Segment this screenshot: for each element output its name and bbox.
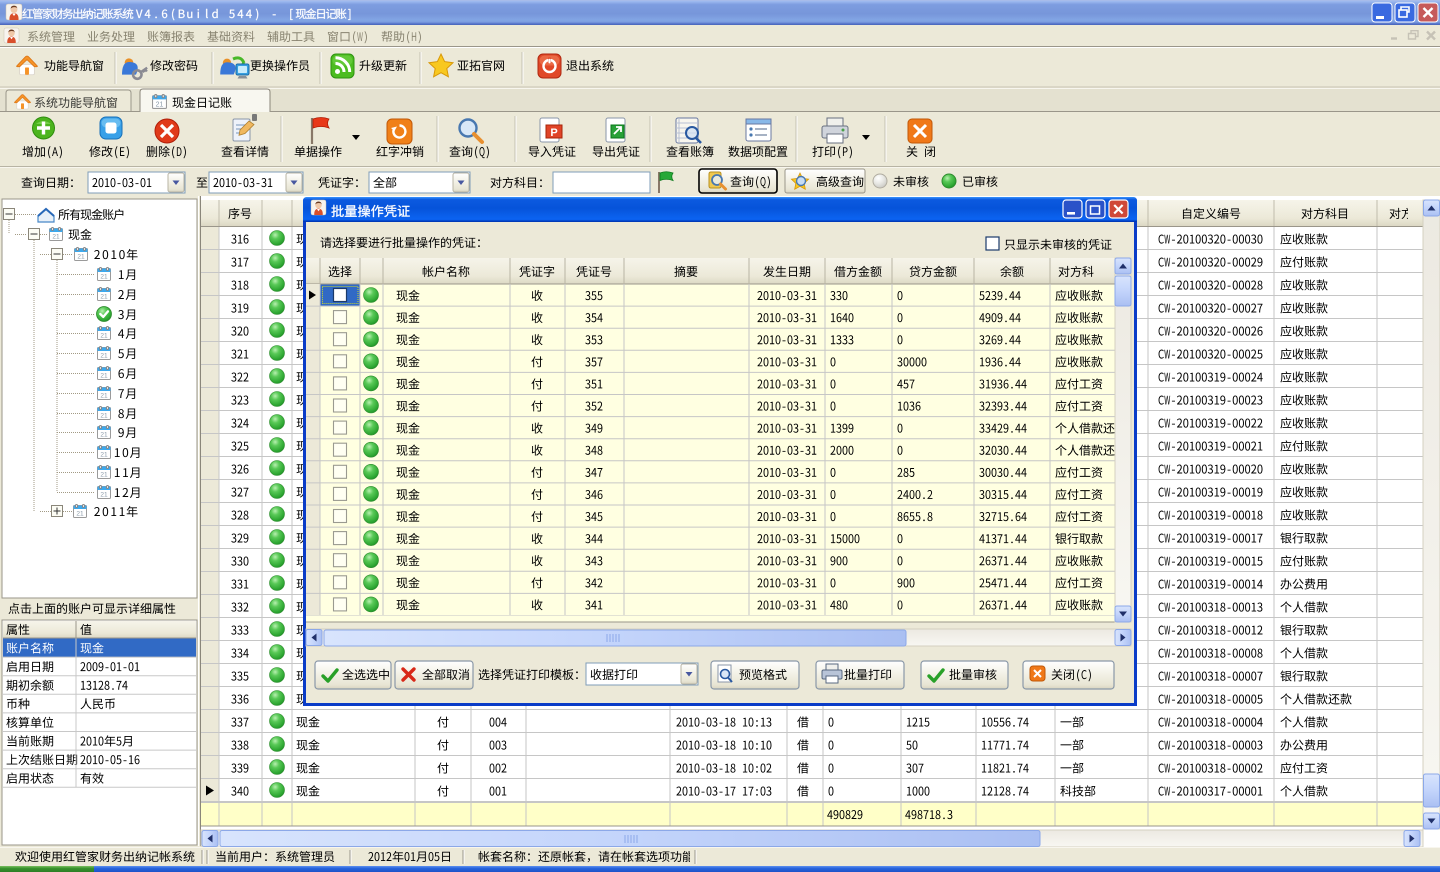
svg-text:21: 21 <box>100 274 108 281</box>
svg-text:21: 21 <box>156 101 164 108</box>
svg-text:21: 21 <box>100 353 108 360</box>
svg-text:21: 21 <box>100 492 108 499</box>
svg-text:21: 21 <box>100 413 108 420</box>
svg-text:21: 21 <box>100 432 108 439</box>
svg-text:21: 21 <box>100 393 108 400</box>
svg-text:21: 21 <box>76 511 84 518</box>
svg-text:21: 21 <box>100 373 108 380</box>
svg-text:21: 21 <box>77 254 85 261</box>
svg-text:21: 21 <box>100 472 108 479</box>
svg-text:21: 21 <box>52 234 60 241</box>
svg-text:21: 21 <box>100 452 108 459</box>
svg-text:P: P <box>550 127 557 139</box>
svg-text:21: 21 <box>100 333 108 340</box>
svg-text:21: 21 <box>100 294 108 301</box>
